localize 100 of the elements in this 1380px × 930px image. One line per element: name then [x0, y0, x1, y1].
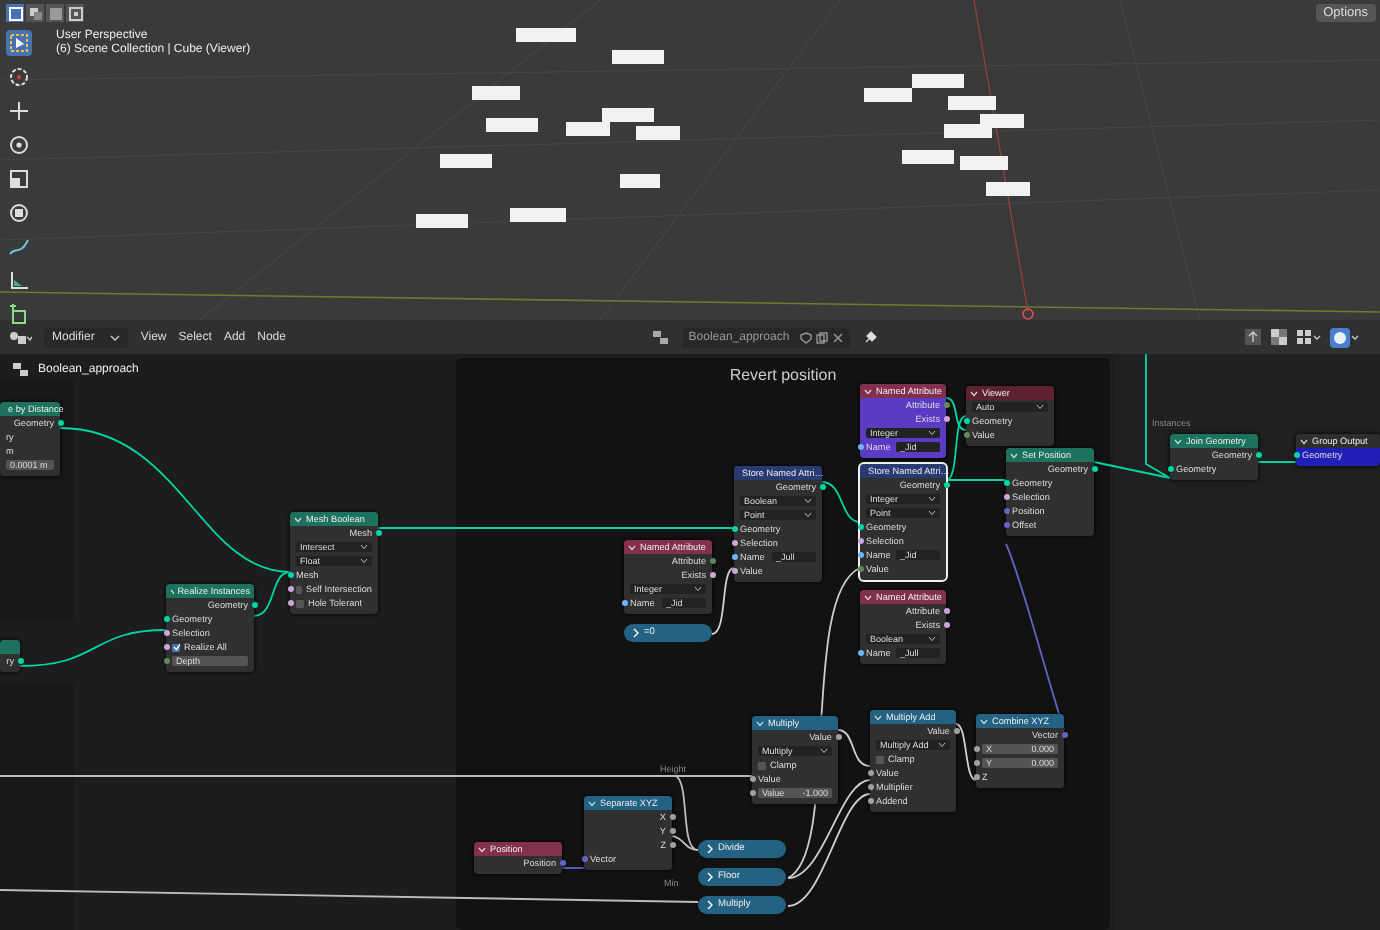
chevron-icon[interactable]	[864, 593, 872, 601]
cursor-icon[interactable]	[6, 64, 32, 90]
select-mode-icon[interactable]	[6, 4, 24, 22]
shield-icon[interactable]	[799, 331, 812, 343]
invert-mode-icon[interactable]	[66, 4, 84, 22]
socket[interactable]	[867, 770, 873, 776]
chevron-icon[interactable]	[1174, 437, 1182, 445]
socket[interactable]	[375, 530, 381, 536]
socket[interactable]	[943, 622, 949, 628]
subtract-mode-icon[interactable]	[46, 4, 64, 22]
socket[interactable]	[963, 418, 969, 424]
checkbox[interactable]	[758, 761, 766, 769]
transform-icon[interactable]	[6, 200, 32, 226]
checkbox[interactable]	[296, 585, 303, 593]
socket[interactable]	[163, 616, 169, 622]
socket[interactable]	[973, 774, 979, 780]
close-icon[interactable]	[831, 331, 844, 343]
add-cube-icon[interactable]	[6, 302, 32, 328]
socket[interactable]	[1255, 452, 1261, 458]
socket[interactable]	[749, 776, 755, 782]
socket[interactable]	[57, 420, 63, 426]
value-label	[902, 150, 954, 164]
socket[interactable]	[287, 586, 293, 592]
grid-icon[interactable]	[1295, 328, 1322, 346]
node-link	[955, 723, 977, 781]
socket[interactable]	[163, 644, 169, 650]
socket[interactable]	[857, 444, 863, 450]
rotate-icon[interactable]	[6, 132, 32, 158]
caret-icon	[1036, 404, 1044, 410]
socket[interactable]	[1167, 466, 1173, 472]
socket[interactable]	[857, 538, 863, 544]
caret-icon	[820, 748, 828, 754]
node-link	[561, 867, 585, 869]
socket[interactable]	[731, 526, 737, 532]
socket[interactable]	[819, 484, 825, 490]
socket[interactable]	[17, 658, 23, 664]
scale-icon[interactable]	[6, 166, 32, 192]
socket[interactable]	[251, 602, 257, 608]
move-icon[interactable]	[6, 98, 32, 124]
node-header[interactable]	[0, 640, 20, 654]
checkbox[interactable]	[876, 755, 884, 763]
socket[interactable]	[163, 630, 169, 636]
socket[interactable]	[943, 482, 949, 488]
annotate-icon[interactable]	[6, 234, 32, 260]
socket[interactable]	[1293, 452, 1299, 458]
node-link	[1257, 461, 1297, 463]
chevron-icon[interactable]	[1300, 437, 1308, 445]
socket[interactable]	[731, 568, 737, 574]
value-label	[612, 50, 664, 64]
socket[interactable]	[857, 566, 863, 572]
frame-label: Revert position	[729, 366, 837, 386]
chevron-icon[interactable]	[478, 845, 486, 853]
checkbox[interactable]	[296, 599, 304, 607]
socket[interactable]	[709, 572, 715, 578]
socket[interactable]	[731, 540, 737, 546]
socket[interactable]	[1003, 480, 1009, 486]
socket[interactable]	[731, 554, 737, 560]
socket[interactable]	[973, 746, 979, 752]
arrow-up-icon[interactable]	[1243, 328, 1262, 346]
chevron-icon[interactable]	[294, 515, 302, 523]
select-box-icon[interactable]	[6, 30, 32, 56]
socket[interactable]	[973, 760, 979, 766]
chevron-icon[interactable]	[874, 713, 882, 721]
socket[interactable]	[287, 600, 293, 606]
socket[interactable]	[1091, 466, 1097, 472]
chevron-icon[interactable]	[864, 387, 872, 395]
checkbox[interactable]	[172, 643, 180, 651]
socket[interactable]	[867, 798, 873, 804]
socket[interactable]	[857, 650, 863, 656]
pin-icon[interactable]	[861, 329, 878, 345]
chevron-icon[interactable]	[756, 719, 764, 727]
socket[interactable]	[857, 552, 863, 558]
checker-icon[interactable]	[1269, 328, 1288, 346]
extend-mode-icon[interactable]	[26, 4, 44, 22]
chevron-icon[interactable]	[628, 543, 636, 551]
caret-icon	[928, 636, 936, 642]
socket[interactable]	[1003, 494, 1009, 500]
measure-icon[interactable]	[6, 268, 32, 294]
value-label	[486, 118, 538, 132]
socket[interactable]	[943, 608, 949, 614]
value-label	[948, 96, 996, 110]
chevron-icon[interactable]	[1010, 451, 1018, 459]
socket[interactable]	[867, 784, 873, 790]
chevron-icon[interactable]	[588, 799, 596, 807]
node-tree-icon	[652, 329, 671, 345]
value-label	[636, 126, 680, 140]
socket[interactable]	[287, 572, 293, 578]
node-link	[821, 481, 861, 523]
socket[interactable]	[749, 790, 755, 796]
sphere-icon[interactable]	[1329, 327, 1360, 347]
node-editor-icon[interactable]	[8, 329, 32, 345]
value-label	[620, 174, 660, 188]
copy-icon[interactable]	[815, 331, 828, 343]
socket[interactable]	[621, 600, 627, 606]
node-editor-canvas[interactable]	[0, 354, 1380, 930]
caret-icon	[928, 430, 936, 436]
socket[interactable]	[857, 524, 863, 530]
chevron-icon[interactable]	[970, 389, 978, 397]
chevron-icon[interactable]	[980, 717, 988, 725]
caret-icon	[938, 742, 946, 748]
